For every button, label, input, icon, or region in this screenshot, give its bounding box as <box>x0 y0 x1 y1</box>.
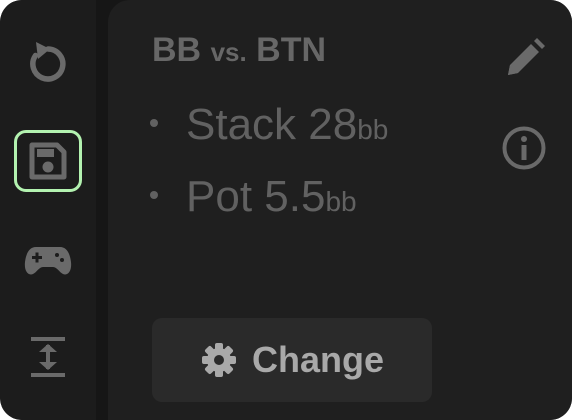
title-positions: BB <box>152 31 202 69</box>
floppy-disk-icon <box>29 142 67 180</box>
stack-label: Stack <box>186 100 297 149</box>
title-vs: vs. <box>210 37 247 67</box>
stack-value: 28 <box>308 100 358 149</box>
gamepad-icon <box>24 247 72 275</box>
sidebar <box>0 0 96 420</box>
title-opponent: BTN <box>256 31 327 69</box>
change-button-label: Change <box>251 339 384 380</box>
save-button[interactable] <box>14 130 82 192</box>
change-button[interactable]: Change <box>152 318 432 402</box>
pot-unit: bb <box>325 186 357 217</box>
vertical-expand-icon <box>31 337 65 377</box>
bullet <box>150 119 158 128</box>
stack-unit: bb <box>357 114 389 145</box>
spacing-button[interactable] <box>14 326 82 388</box>
stack-item: Stack 28bb <box>150 100 388 155</box>
rotate-ccw-icon <box>30 42 66 82</box>
app-frame: BB vs. BTN Stack 28bb Pot 5.5bb Change <box>0 0 572 420</box>
edit-button[interactable] <box>500 36 548 82</box>
bullet <box>150 191 158 200</box>
gear-icon <box>200 341 238 379</box>
info-button[interactable] <box>500 124 548 172</box>
spot-panel: BB vs. BTN Stack 28bb Pot 5.5bb Change <box>108 0 572 420</box>
info-circle-icon <box>502 126 546 170</box>
reset-button[interactable] <box>14 30 82 92</box>
pencil-icon <box>508 38 545 75</box>
pot-item: Pot 5.5bb <box>150 172 357 227</box>
pot-value: 5.5 <box>264 172 326 221</box>
pot-label: Pot <box>186 172 253 221</box>
spot-title: BB vs. BTN <box>152 30 326 72</box>
game-button[interactable] <box>14 230 82 292</box>
